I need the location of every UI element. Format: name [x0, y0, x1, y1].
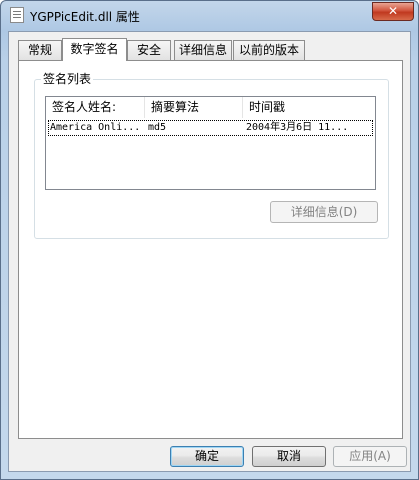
tab-digital-signatures[interactable]: 数字签名 — [62, 38, 127, 61]
signer-cell: America Onli... — [50, 122, 141, 133]
signature-list-title: 签名列表 — [41, 72, 94, 86]
tab-security[interactable]: 安全 — [127, 40, 171, 60]
tab-general[interactable]: 常规 — [18, 40, 62, 60]
column-header-digest[interactable]: 摘要算法 — [145, 97, 243, 118]
dialog-client-area: 常规 数字签名 安全 详细信息 以前的版本 签名列表 签名人姓名: 摘要算法 时… — [8, 31, 411, 472]
signature-row[interactable]: America Onli... md5 2004年3月6日 11... — [48, 120, 373, 136]
signature-list-group: 签名列表 签名人姓名: 摘要算法 时间戳 America Onli... md5… — [34, 72, 389, 239]
digest-cell: md5 — [148, 122, 167, 133]
file-icon — [10, 7, 24, 23]
close-button[interactable]: ✕ — [372, 2, 414, 21]
list-header: 签名人姓名: 摘要算法 时间戳 — [46, 97, 375, 118]
digital-signatures-panel: 签名列表 签名人姓名: 摘要算法 时间戳 America Onli... md5… — [18, 60, 403, 439]
tab-previous-versions[interactable]: 以前的版本 — [233, 40, 305, 60]
close-icon: ✕ — [387, 4, 399, 18]
signature-list[interactable]: 签名人姓名: 摘要算法 时间戳 America Onli... md5 2004… — [45, 96, 376, 190]
column-header-timestamp[interactable]: 时间戳 — [243, 97, 375, 118]
apply-button[interactable]: 应用(A) — [333, 446, 407, 467]
cancel-button[interactable]: 取消 — [252, 446, 326, 467]
properties-window: YGPPicEdit.dll 属性 ✕ 常规 数字签名 安全 详细信息 以前的版… — [0, 0, 419, 480]
signature-details-button[interactable]: 详细信息(D) — [270, 201, 378, 223]
tab-details[interactable]: 详细信息 — [174, 40, 232, 60]
timestamp-cell: 2004年3月6日 11... — [246, 122, 349, 133]
window-title: YGPPicEdit.dll 属性 — [30, 10, 140, 24]
ok-button[interactable]: 确定 — [170, 446, 244, 467]
title-bar[interactable]: YGPPicEdit.dll 属性 ✕ — [1, 1, 418, 31]
column-header-signer[interactable]: 签名人姓名: — [46, 97, 145, 118]
